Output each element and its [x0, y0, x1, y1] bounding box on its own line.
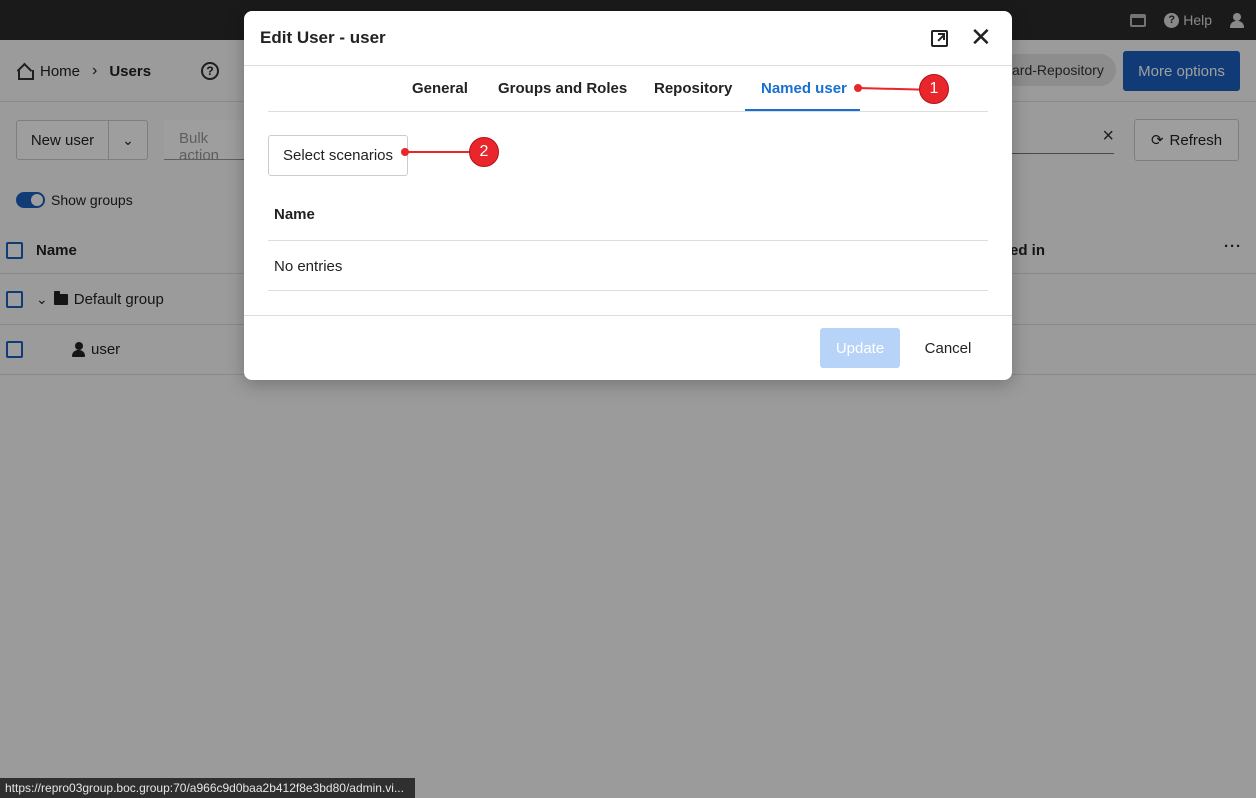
column-name[interactable]: Name — [274, 206, 315, 223]
update-button[interactable]: Update — [820, 328, 900, 368]
active-tab-indicator — [745, 109, 860, 111]
dialog-footer-divider — [244, 315, 1012, 316]
tab-repository[interactable]: Repository — [654, 80, 732, 97]
scenarios-table-header: Name — [268, 189, 988, 241]
annotation-line — [405, 151, 471, 153]
dialog-title: Edit User - user — [260, 28, 386, 47]
edit-user-dialog: Edit User - user ✕ General Groups and Ro… — [244, 11, 1012, 380]
scenarios-empty-row: No entries — [268, 241, 988, 291]
tab-groups-and-roles[interactable]: Groups and Roles — [498, 80, 627, 97]
expand-icon[interactable] — [931, 30, 948, 47]
annotation-badge-2: 2 — [469, 137, 499, 167]
annotation-badge-1: 1 — [919, 74, 949, 104]
tab-general[interactable]: General — [412, 80, 468, 97]
tab-named-user[interactable]: Named user — [761, 80, 847, 97]
select-scenarios-button[interactable]: Select scenarios — [268, 135, 408, 176]
close-icon[interactable]: ✕ — [970, 24, 992, 50]
cancel-button[interactable]: Cancel — [908, 328, 988, 368]
empty-message: No entries — [274, 258, 343, 275]
status-bar-url: https://repro03group.boc.group:70/a966c9… — [0, 778, 415, 798]
